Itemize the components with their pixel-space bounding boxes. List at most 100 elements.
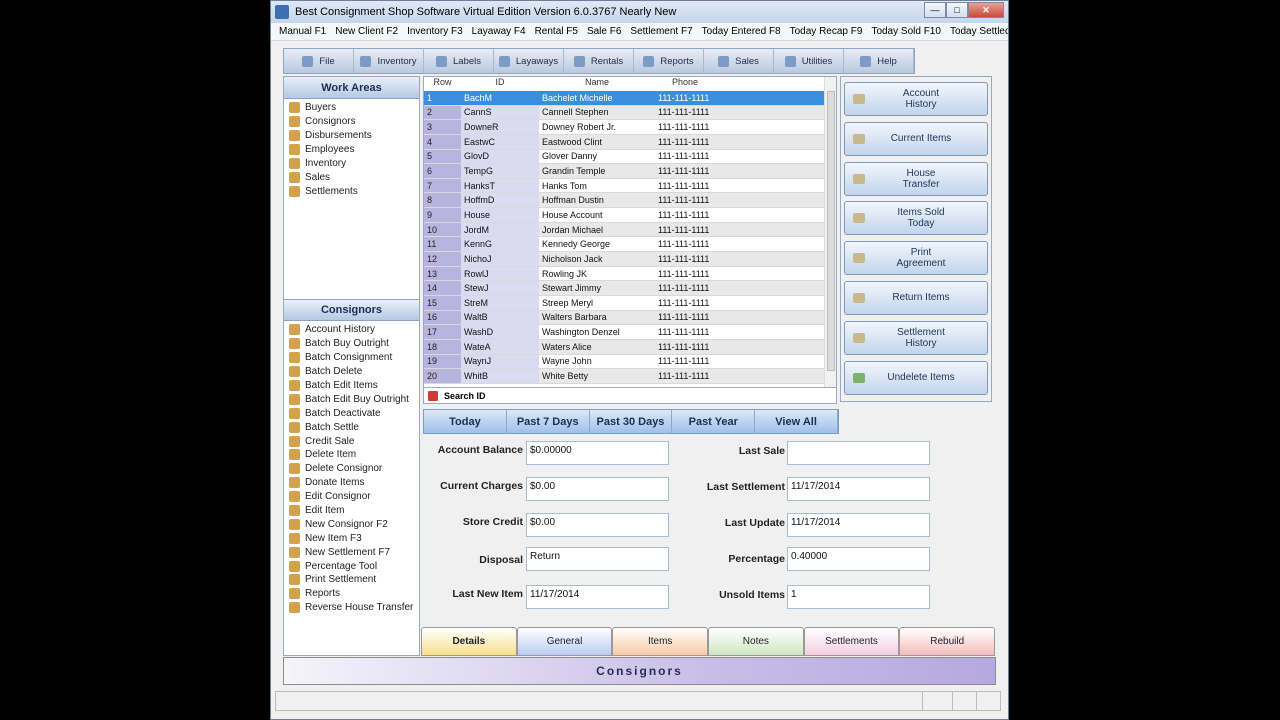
account-history-button[interactable]: Account History	[844, 82, 988, 116]
table-row[interactable]: 17 WashD Washington Denzel 111-111-1111	[424, 325, 836, 340]
menu-today-recap[interactable]: Today Recap F9	[790, 26, 863, 37]
tab-notes[interactable]: Notes	[708, 627, 804, 656]
task-reports[interactable]: Reports	[289, 587, 419, 601]
clear-search-icon[interactable]	[428, 390, 438, 401]
table-row[interactable]: 3 DowneR Downey Robert Jr. 111-111-1111	[424, 120, 836, 135]
table-row[interactable]: 6 TempG Grandin Temple 111-111-1111	[424, 164, 836, 179]
table-row[interactable]: 1 BachM Bachelet Michelle 111-111-1111	[424, 91, 836, 106]
store-credit-field[interactable]: $0.00	[526, 513, 669, 537]
work-area-settlements[interactable]: Settlements	[289, 184, 419, 198]
menu-settlement[interactable]: Settlement F7	[630, 26, 692, 37]
work-area-consignors[interactable]: Consignors	[289, 115, 419, 129]
undelete-items-button[interactable]: Undelete Items	[844, 360, 988, 395]
work-area-buyers[interactable]: Buyers	[289, 101, 419, 115]
table-row[interactable]: 16 WaltB Walters Barbara 111-111-1111	[424, 310, 836, 326]
task-print-settlement[interactable]: Print Settlement	[289, 573, 419, 587]
close-icon[interactable]: ✕	[968, 2, 1004, 18]
house-transfer-button[interactable]: House Transfer	[844, 161, 988, 196]
table-row[interactable]: 14 StewJ Stewart Jimmy 111-111-1111	[424, 281, 836, 296]
account-balance-field[interactable]: $0.00000	[526, 441, 669, 465]
table-row[interactable]: 18 WateA Waters Alice 111-111-1111	[424, 339, 836, 355]
table-row[interactable]: 7 HanksT Hanks Tom 111-111-1111	[424, 178, 836, 194]
filter-past-7-days[interactable]: Past 7 Days	[507, 410, 590, 433]
task-batch-buy-outright[interactable]: Batch Buy Outright	[289, 337, 419, 351]
maximize-icon[interactable]: □	[946, 2, 968, 18]
table-row[interactable]: 20 WhitB White Betty 111-111-1111	[424, 369, 836, 384]
table-row[interactable]: 11 KennG Kennedy George 111-111-1111	[424, 237, 836, 253]
work-area-employees[interactable]: Employees	[289, 143, 419, 157]
task-edit-item[interactable]: Edit Item	[289, 504, 419, 518]
table-row[interactable]: 13 RowlJ Rowling JK 111-111-1111	[424, 266, 836, 282]
table-row[interactable]: 9 House House Account 111-111-1111	[424, 208, 836, 223]
menu-new-client[interactable]: New Client F2	[335, 26, 398, 37]
table-row[interactable]: 5 GlovD Glover Danny 111-111-1111	[424, 149, 836, 165]
search-id-bar[interactable]: Search ID	[424, 387, 836, 403]
menu-rental[interactable]: Rental F5	[535, 26, 578, 37]
menu-inventory[interactable]: Inventory F3	[407, 26, 463, 37]
tab-settlements[interactable]: Settlements	[803, 627, 900, 656]
items-sold-today-button[interactable]: Items Sold Today	[844, 201, 988, 236]
task-batch-edit-buy-outright[interactable]: Batch Edit Buy Outright	[289, 392, 419, 406]
filter-past-30-days[interactable]: Past 30 Days	[590, 410, 673, 433]
filter-view-all[interactable]: View All	[755, 410, 838, 433]
table-row[interactable]: 8 HoffmD Hoffman Dustin 111-111-1111	[424, 193, 836, 209]
current-items-button[interactable]: Current Items	[844, 121, 988, 156]
table-row[interactable]: 15 StreM Streep Meryl 111-111-1111	[424, 295, 836, 311]
col-header-id[interactable]: ID	[461, 77, 539, 91]
menu-today-sold[interactable]: Today Sold F10	[871, 26, 941, 37]
task-new-item[interactable]: New Item F3	[289, 531, 419, 545]
toolbar-help[interactable]: Help	[844, 49, 914, 73]
tab-general[interactable]: General	[516, 627, 613, 656]
table-row[interactable]: 4 EastwC Eastwood Clint 111-111-1111	[424, 134, 836, 150]
last-update-field[interactable]: 11/17/2014	[787, 513, 930, 537]
print-agreement-button[interactable]: Print Agreement	[844, 241, 988, 276]
task-donate-items[interactable]: Donate Items	[289, 476, 419, 490]
task-batch-deactivate[interactable]: Batch Deactivate	[289, 406, 419, 420]
task-batch-edit-items[interactable]: Batch Edit Items	[289, 379, 419, 393]
task-delete-consignor[interactable]: Delete Consignor	[289, 462, 419, 476]
tab-rebuild[interactable]: Rebuild	[899, 627, 996, 656]
return-items-button[interactable]: Return Items	[844, 280, 988, 315]
filter-today[interactable]: Today	[424, 410, 507, 433]
col-header-phone[interactable]: Phone	[655, 77, 715, 91]
menu-sale[interactable]: Sale F6	[587, 26, 621, 37]
menu-manual[interactable]: Manual F1	[279, 26, 326, 37]
task-batch-delete[interactable]: Batch Delete	[289, 365, 419, 379]
tab-items[interactable]: Items	[612, 627, 709, 656]
grid-scrollbar[interactable]	[824, 77, 836, 389]
minimize-icon[interactable]: —	[924, 2, 946, 18]
toolbar-sales[interactable]: Sales	[704, 49, 774, 73]
toolbar-labels[interactable]: Labels	[424, 49, 494, 73]
menu-layaway[interactable]: Layaway F4	[472, 26, 526, 37]
task-batch-consignment[interactable]: Batch Consignment	[289, 351, 419, 365]
filter-past-year[interactable]: Past Year	[672, 410, 756, 433]
tab-details[interactable]: Details	[421, 627, 517, 656]
unsold-items-field[interactable]: 1	[787, 585, 930, 609]
col-header-row[interactable]: Row	[424, 77, 461, 91]
table-row[interactable]: 19 WaynJ Wayne John 111-111-1111	[424, 354, 836, 370]
toolbar-layaways[interactable]: Layaways	[494, 49, 564, 73]
task-credit-sale[interactable]: Credit Sale	[289, 434, 419, 448]
task-new-consignor[interactable]: New Consignor F2	[289, 517, 419, 531]
toolbar-file[interactable]: File	[284, 49, 354, 73]
scroll-thumb[interactable]	[827, 91, 835, 371]
toolbar-utilities[interactable]: Utilities	[774, 49, 844, 73]
table-row[interactable]: 2 CannS Cannell Stephen 111-111-1111	[424, 105, 836, 121]
task-reverse-house-transfer[interactable]: Reverse House Transfer	[289, 601, 419, 615]
settlement-history-button[interactable]: Settlement History	[844, 320, 988, 355]
current-charges-field[interactable]: $0.00	[526, 477, 669, 501]
task-delete-item[interactable]: Delete Item	[289, 448, 419, 462]
task-batch-settle[interactable]: Batch Settle	[289, 420, 419, 434]
toolbar-inventory[interactable]: Inventory	[354, 49, 424, 73]
table-row[interactable]: 10 JordM Jordan Michael 111-111-1111	[424, 222, 836, 238]
work-area-disbursements[interactable]: Disbursements	[289, 129, 419, 143]
task-account-history[interactable]: Account History	[289, 323, 419, 337]
toolbar-rentals[interactable]: Rentals	[564, 49, 634, 73]
toolbar-reports[interactable]: Reports	[634, 49, 704, 73]
task-new-settlement[interactable]: New Settlement F7	[289, 545, 419, 559]
task-edit-consignor[interactable]: Edit Consignor	[289, 490, 419, 504]
menu-today-settled[interactable]: Today Settled F11	[950, 26, 1008, 37]
percentage-field[interactable]: 0.40000	[787, 547, 930, 571]
menu-today-entered[interactable]: Today Entered F8	[702, 26, 781, 37]
table-row[interactable]: 12 NichoJ Nicholson Jack 111-111-1111	[424, 252, 836, 267]
